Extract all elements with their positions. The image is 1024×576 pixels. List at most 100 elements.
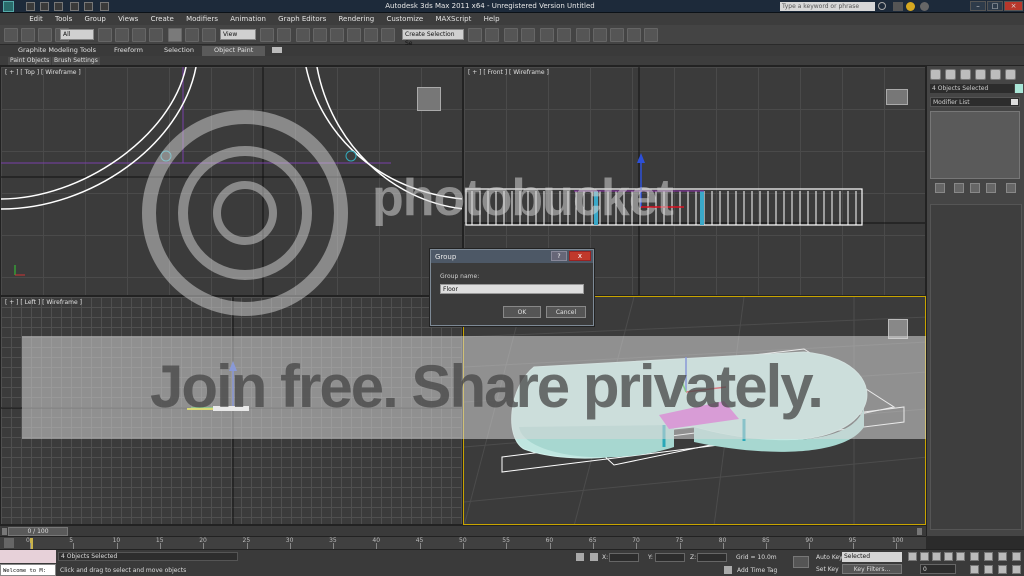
current-frame-field[interactable]: 0 — [920, 564, 956, 574]
align-icon[interactable] — [485, 28, 499, 42]
motion-panel-icon[interactable] — [975, 69, 986, 80]
menu-tools[interactable]: Tools — [50, 13, 77, 25]
manipulate-icon[interactable] — [277, 28, 291, 42]
redo-icon[interactable] — [84, 2, 93, 11]
selected-objects-field[interactable]: 4 Objects Selected — [930, 84, 1014, 93]
go-to-start-icon[interactable] — [908, 552, 917, 561]
undo-icon[interactable] — [70, 2, 79, 11]
panel-paint-objects[interactable]: Paint Objects — [8, 57, 52, 65]
infocenter-icon[interactable] — [893, 2, 903, 11]
menu-group[interactable]: Group — [80, 13, 111, 25]
previous-key-icon[interactable] — [920, 552, 929, 561]
prev-frame-arrow-icon[interactable] — [2, 528, 7, 535]
modify-panel-icon[interactable] — [945, 69, 956, 80]
modifier-list-dropdown[interactable]: Modifier List — [930, 97, 1020, 107]
viewcube-icon[interactable] — [417, 87, 441, 111]
mini-curve-editor-icon[interactable] — [4, 538, 14, 548]
maximize-viewport-icon[interactable] — [1012, 565, 1021, 574]
zoom-extents-icon[interactable] — [998, 552, 1007, 561]
snaps-toggle-icon[interactable] — [313, 28, 327, 42]
unlink-icon[interactable] — [38, 28, 52, 42]
viewport-front-label[interactable]: [ + ] [ Front ] [ Wireframe ] — [468, 69, 549, 76]
time-slider[interactable]: 0 / 100 — [0, 525, 926, 536]
hierarchy-panel-icon[interactable] — [960, 69, 971, 80]
tab-graphite-modeling-tools[interactable]: Graphite Modeling Tools — [18, 46, 96, 54]
key-filters-button[interactable]: Key Filters... — [842, 564, 902, 574]
select-object-icon[interactable] — [98, 28, 112, 42]
maxscript-mini-listener[interactable]: Welcome to M: — [0, 564, 56, 576]
panel-brush-settings[interactable]: Brush Settings — [52, 57, 100, 65]
selection-region-icon[interactable] — [132, 28, 146, 42]
menu-animation[interactable]: Animation — [225, 13, 271, 25]
layer-manager-icon[interactable] — [504, 28, 518, 42]
reference-coordinate-dropdown[interactable]: View — [220, 29, 256, 40]
viewport-top-label[interactable]: [ + ] [ Top ] [ Wireframe ] — [5, 69, 81, 76]
keyboard-shortcut-icon[interactable] — [296, 28, 310, 42]
render-iterative-icon[interactable] — [644, 28, 658, 42]
absolute-mode-icon[interactable] — [590, 553, 598, 561]
pivot-center-icon[interactable] — [260, 28, 274, 42]
render-production-icon[interactable] — [627, 28, 641, 42]
tab-object-paint[interactable]: Object Paint — [202, 46, 266, 56]
zoom-all-icon[interactable] — [984, 552, 993, 561]
show-end-result-icon[interactable] — [954, 183, 964, 193]
favorites-star-icon[interactable] — [906, 2, 915, 11]
display-panel-icon[interactable] — [990, 69, 1001, 80]
modifier-stack[interactable] — [930, 111, 1020, 179]
maximize-button[interactable]: □ — [987, 1, 1003, 11]
select-and-rotate-icon[interactable] — [185, 28, 199, 42]
key-icon[interactable] — [793, 556, 809, 568]
maxscript-listener-pink[interactable] — [0, 550, 56, 563]
select-and-scale-icon[interactable] — [202, 28, 216, 42]
viewcube-front-icon[interactable] — [886, 89, 908, 105]
field-of-view-icon[interactable] — [970, 565, 979, 574]
cancel-button[interactable]: Cancel — [546, 306, 586, 318]
menu-help[interactable]: Help — [479, 13, 505, 25]
ribbon-minimize-icon[interactable] — [272, 47, 282, 53]
menu-maxscript[interactable]: MAXScript — [430, 13, 476, 25]
mirror-icon[interactable] — [468, 28, 482, 42]
select-and-move-icon[interactable] — [168, 28, 182, 42]
add-time-tag[interactable]: Add Time Tag — [737, 567, 777, 574]
angle-snap-icon[interactable] — [330, 28, 344, 42]
spinner-snap-icon[interactable] — [364, 28, 378, 42]
menu-create[interactable]: Create — [146, 13, 179, 25]
viewport-left-label[interactable]: [ + ] [ Left ] [ Wireframe ] — [5, 299, 82, 306]
dialog-close-button[interactable]: x — [569, 251, 591, 261]
menu-views[interactable]: Views — [113, 13, 143, 25]
rendered-frame-icon[interactable] — [610, 28, 624, 42]
next-frame-arrow-icon[interactable] — [917, 528, 922, 535]
edit-named-selection-icon[interactable] — [381, 28, 395, 42]
utilities-panel-icon[interactable] — [1005, 69, 1016, 80]
menu-rendering[interactable]: Rendering — [333, 13, 379, 25]
zoom-icon[interactable] — [970, 552, 979, 561]
lock-selection-icon[interactable] — [576, 553, 584, 561]
schematic-view-icon[interactable] — [557, 28, 571, 42]
named-selection-dropdown[interactable]: Create Selection Se — [402, 29, 464, 47]
next-key-icon[interactable] — [944, 552, 953, 561]
new-file-icon[interactable] — [26, 2, 35, 11]
percent-snap-icon[interactable] — [347, 28, 361, 42]
curve-editor-icon[interactable] — [540, 28, 554, 42]
app-logo-icon[interactable] — [3, 1, 14, 12]
z-coordinate-field[interactable] — [697, 553, 727, 562]
orbit-icon[interactable] — [998, 565, 1007, 574]
menu-modifiers[interactable]: Modifiers — [181, 13, 223, 25]
link-icon[interactable] — [21, 28, 35, 42]
object-color-swatch[interactable] — [1015, 84, 1023, 93]
play-icon[interactable] — [932, 552, 941, 561]
hold-icon[interactable] — [100, 2, 109, 11]
window-crossing-icon[interactable] — [149, 28, 163, 42]
key-mode-dropdown[interactable]: Selected — [842, 552, 902, 562]
help-icon[interactable] — [920, 2, 929, 11]
track-bar[interactable]: 0 5 10 15 20 25 30 35 40 45 50 55 60 65 70 75 80 85 90 95 10… — [0, 536, 926, 550]
auto-key-button[interactable]: Auto Key — [816, 554, 843, 561]
y-coordinate-field[interactable] — [655, 553, 685, 562]
material-editor-icon[interactable] — [576, 28, 590, 42]
make-unique-icon[interactable] — [970, 183, 980, 193]
set-key-button[interactable]: Set Key — [816, 566, 839, 573]
configure-modifier-sets-icon[interactable] — [1006, 183, 1016, 193]
save-file-icon[interactable] — [54, 2, 63, 11]
pin-stack-icon[interactable] — [935, 183, 945, 193]
group-name-input[interactable] — [440, 284, 584, 294]
